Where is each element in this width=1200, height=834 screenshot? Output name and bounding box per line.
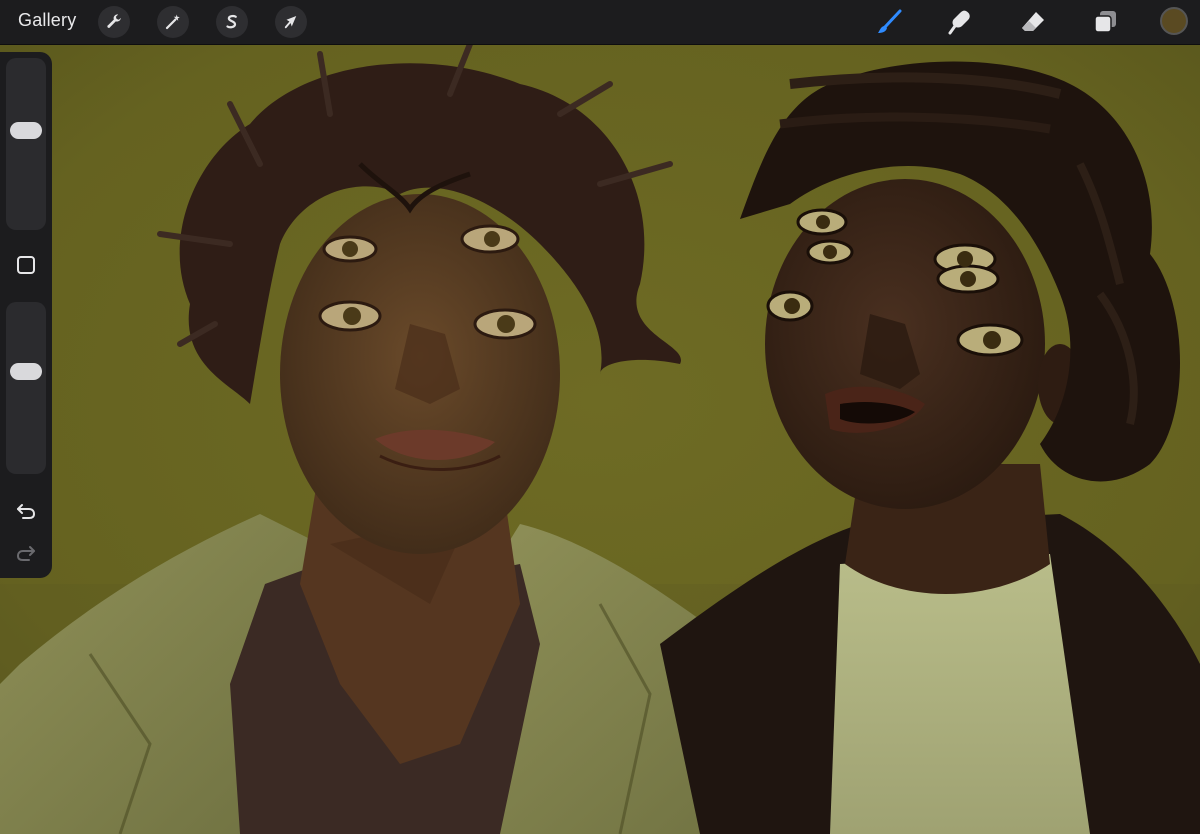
color-picker-button[interactable] [1160, 7, 1188, 35]
opacity-slider-thumb[interactable] [10, 363, 42, 381]
opacity-slider[interactable] [6, 302, 46, 474]
brush-tool-button[interactable] [875, 7, 905, 37]
wrench-icon [107, 14, 122, 28]
procreate-app: Gallery [0, 0, 1200, 834]
square-icon [17, 256, 35, 274]
eraser-tool-button[interactable] [1018, 7, 1048, 37]
selection-button[interactable] [216, 6, 248, 38]
drawing-canvas[interactable] [0, 44, 1200, 834]
gallery-button[interactable]: Gallery [18, 10, 76, 31]
top-toolbar: Gallery [0, 0, 1200, 45]
layers-button[interactable] [1090, 7, 1120, 37]
adjustments-button[interactable] [157, 6, 189, 38]
brush-size-slider[interactable] [6, 58, 46, 230]
redo-button[interactable] [12, 538, 40, 566]
smudge-finger-icon [948, 10, 970, 35]
arrow-cursor-icon [284, 16, 297, 29]
redo-arrow-icon [16, 546, 35, 561]
artwork [0, 44, 1200, 834]
undo-arrow-icon [17, 504, 36, 519]
side-toolbar [0, 52, 52, 578]
magic-wand-icon [165, 14, 180, 30]
selection-s-icon [226, 14, 237, 29]
smudge-tool-button[interactable] [945, 7, 975, 37]
brush-size-slider-thumb[interactable] [10, 122, 42, 140]
layers-icon [1094, 11, 1116, 33]
brush-icon [878, 9, 902, 33]
actions-button[interactable] [98, 6, 130, 38]
eraser-icon [1022, 12, 1044, 31]
transform-button[interactable] [275, 6, 307, 38]
modify-button[interactable] [12, 251, 40, 279]
undo-button[interactable] [12, 496, 40, 524]
